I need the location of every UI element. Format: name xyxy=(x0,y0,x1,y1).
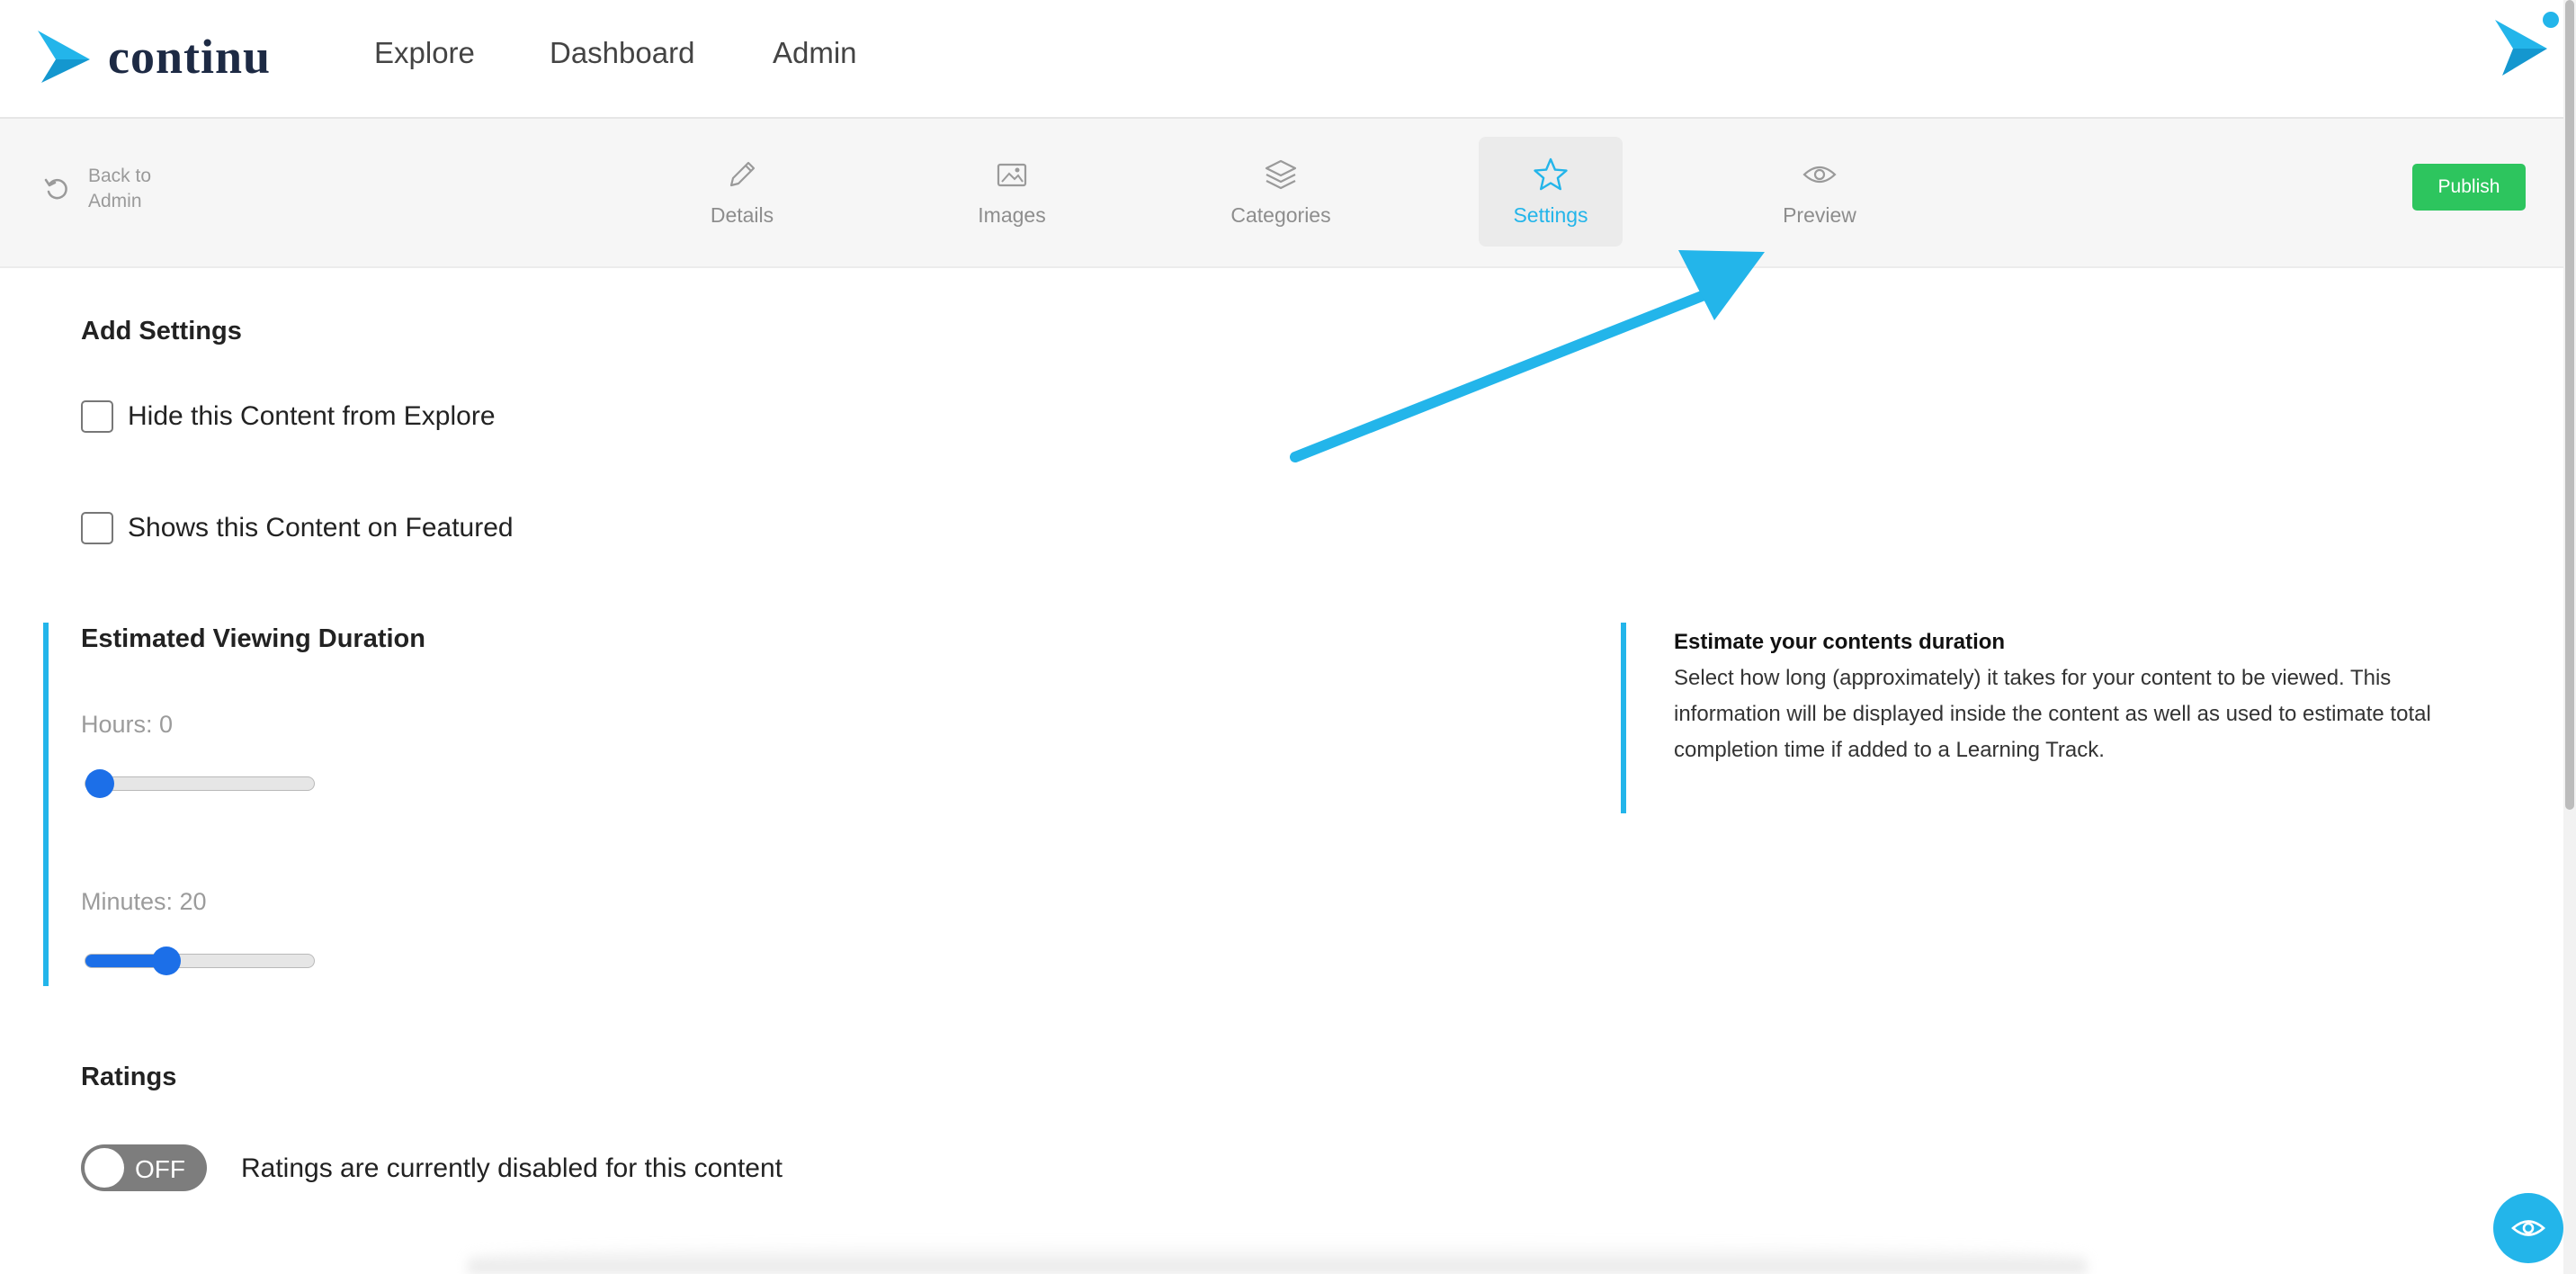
hide-from-explore-checkbox[interactable] xyxy=(81,400,113,433)
back-to-admin-label: Back to Admin xyxy=(88,166,152,211)
nav-dashboard[interactable]: Dashboard xyxy=(550,36,694,70)
tab-images-label: Images xyxy=(978,202,1046,227)
pencil-icon xyxy=(729,161,756,186)
nav-explore[interactable]: Explore xyxy=(374,36,475,70)
ratings-toggle-state: OFF xyxy=(135,1155,185,1183)
tab-categories-label: Categories xyxy=(1230,202,1331,227)
ratings-toggle-knob xyxy=(85,1148,124,1188)
hide-from-explore-option[interactable]: Hide this Content from Explore xyxy=(81,400,496,433)
preview-fab-button[interactable] xyxy=(2493,1193,2563,1263)
hide-from-explore-label: Hide this Content from Explore xyxy=(128,401,496,431)
tab-preview-label: Preview xyxy=(1783,202,1856,227)
tab-images[interactable]: Images xyxy=(940,137,1084,247)
user-avatar-logo-icon[interactable] xyxy=(2490,9,2560,79)
hours-slider[interactable] xyxy=(85,769,315,798)
eye-icon xyxy=(1802,166,1837,183)
show-on-featured-checkbox[interactable] xyxy=(81,512,113,544)
undo-icon xyxy=(44,178,67,200)
top-navigation: continu Explore Dashboard Admin xyxy=(0,0,2563,119)
tab-details[interactable]: Details xyxy=(670,137,814,247)
tab-categories[interactable]: Categories xyxy=(1209,137,1353,247)
hours-slider-thumb[interactable] xyxy=(85,769,114,798)
hours-label: Hours: 0 xyxy=(81,711,174,738)
duration-info-title: Estimate your contents duration xyxy=(1674,630,2006,654)
logo-wordmark: continu xyxy=(108,30,272,84)
add-settings-heading: Add Settings xyxy=(81,317,242,345)
image-icon xyxy=(997,163,1027,186)
info-accent-bar xyxy=(1621,623,1626,813)
logo-arrow-icon xyxy=(38,31,90,83)
tab-details-label: Details xyxy=(710,202,774,227)
back-to-admin-button[interactable]: Back to Admin xyxy=(43,164,169,214)
tab-preview[interactable]: Preview xyxy=(1748,137,1892,247)
nav-admin[interactable]: Admin xyxy=(773,36,857,70)
show-on-featured-option[interactable]: Shows this Content on Featured xyxy=(81,512,514,544)
duration-heading: Estimated Viewing Duration xyxy=(81,624,425,653)
editor-toolbar: Back to Admin Details Images Categories … xyxy=(0,119,2563,268)
minutes-slider[interactable] xyxy=(85,947,315,975)
eye-icon xyxy=(2511,1220,2545,1236)
continu-logo[interactable]: continu xyxy=(36,27,271,86)
duration-info-panel: Estimate your contents duration Select h… xyxy=(1674,624,2501,768)
ratings-caption: Ratings are currently disabled for this … xyxy=(241,1153,783,1183)
scrollbar-thumb[interactable] xyxy=(2565,0,2574,810)
bottom-shadow xyxy=(468,1242,2087,1274)
minutes-label: Minutes: 20 xyxy=(81,888,207,915)
ratings-toggle[interactable]: OFF xyxy=(81,1144,207,1191)
minutes-slider-thumb[interactable] xyxy=(151,947,181,975)
duration-accent-bar xyxy=(43,623,49,986)
tab-settings[interactable]: Settings xyxy=(1479,137,1623,247)
publish-button[interactable]: Publish xyxy=(2412,164,2526,211)
ratings-heading: Ratings xyxy=(81,1063,177,1091)
layers-icon xyxy=(1265,159,1297,189)
star-icon xyxy=(1534,157,1568,190)
show-on-featured-label: Shows this Content on Featured xyxy=(128,513,514,543)
tab-settings-label: Settings xyxy=(1513,202,1588,227)
duration-info-text: Select how long (approximately) it takes… xyxy=(1674,666,2431,762)
